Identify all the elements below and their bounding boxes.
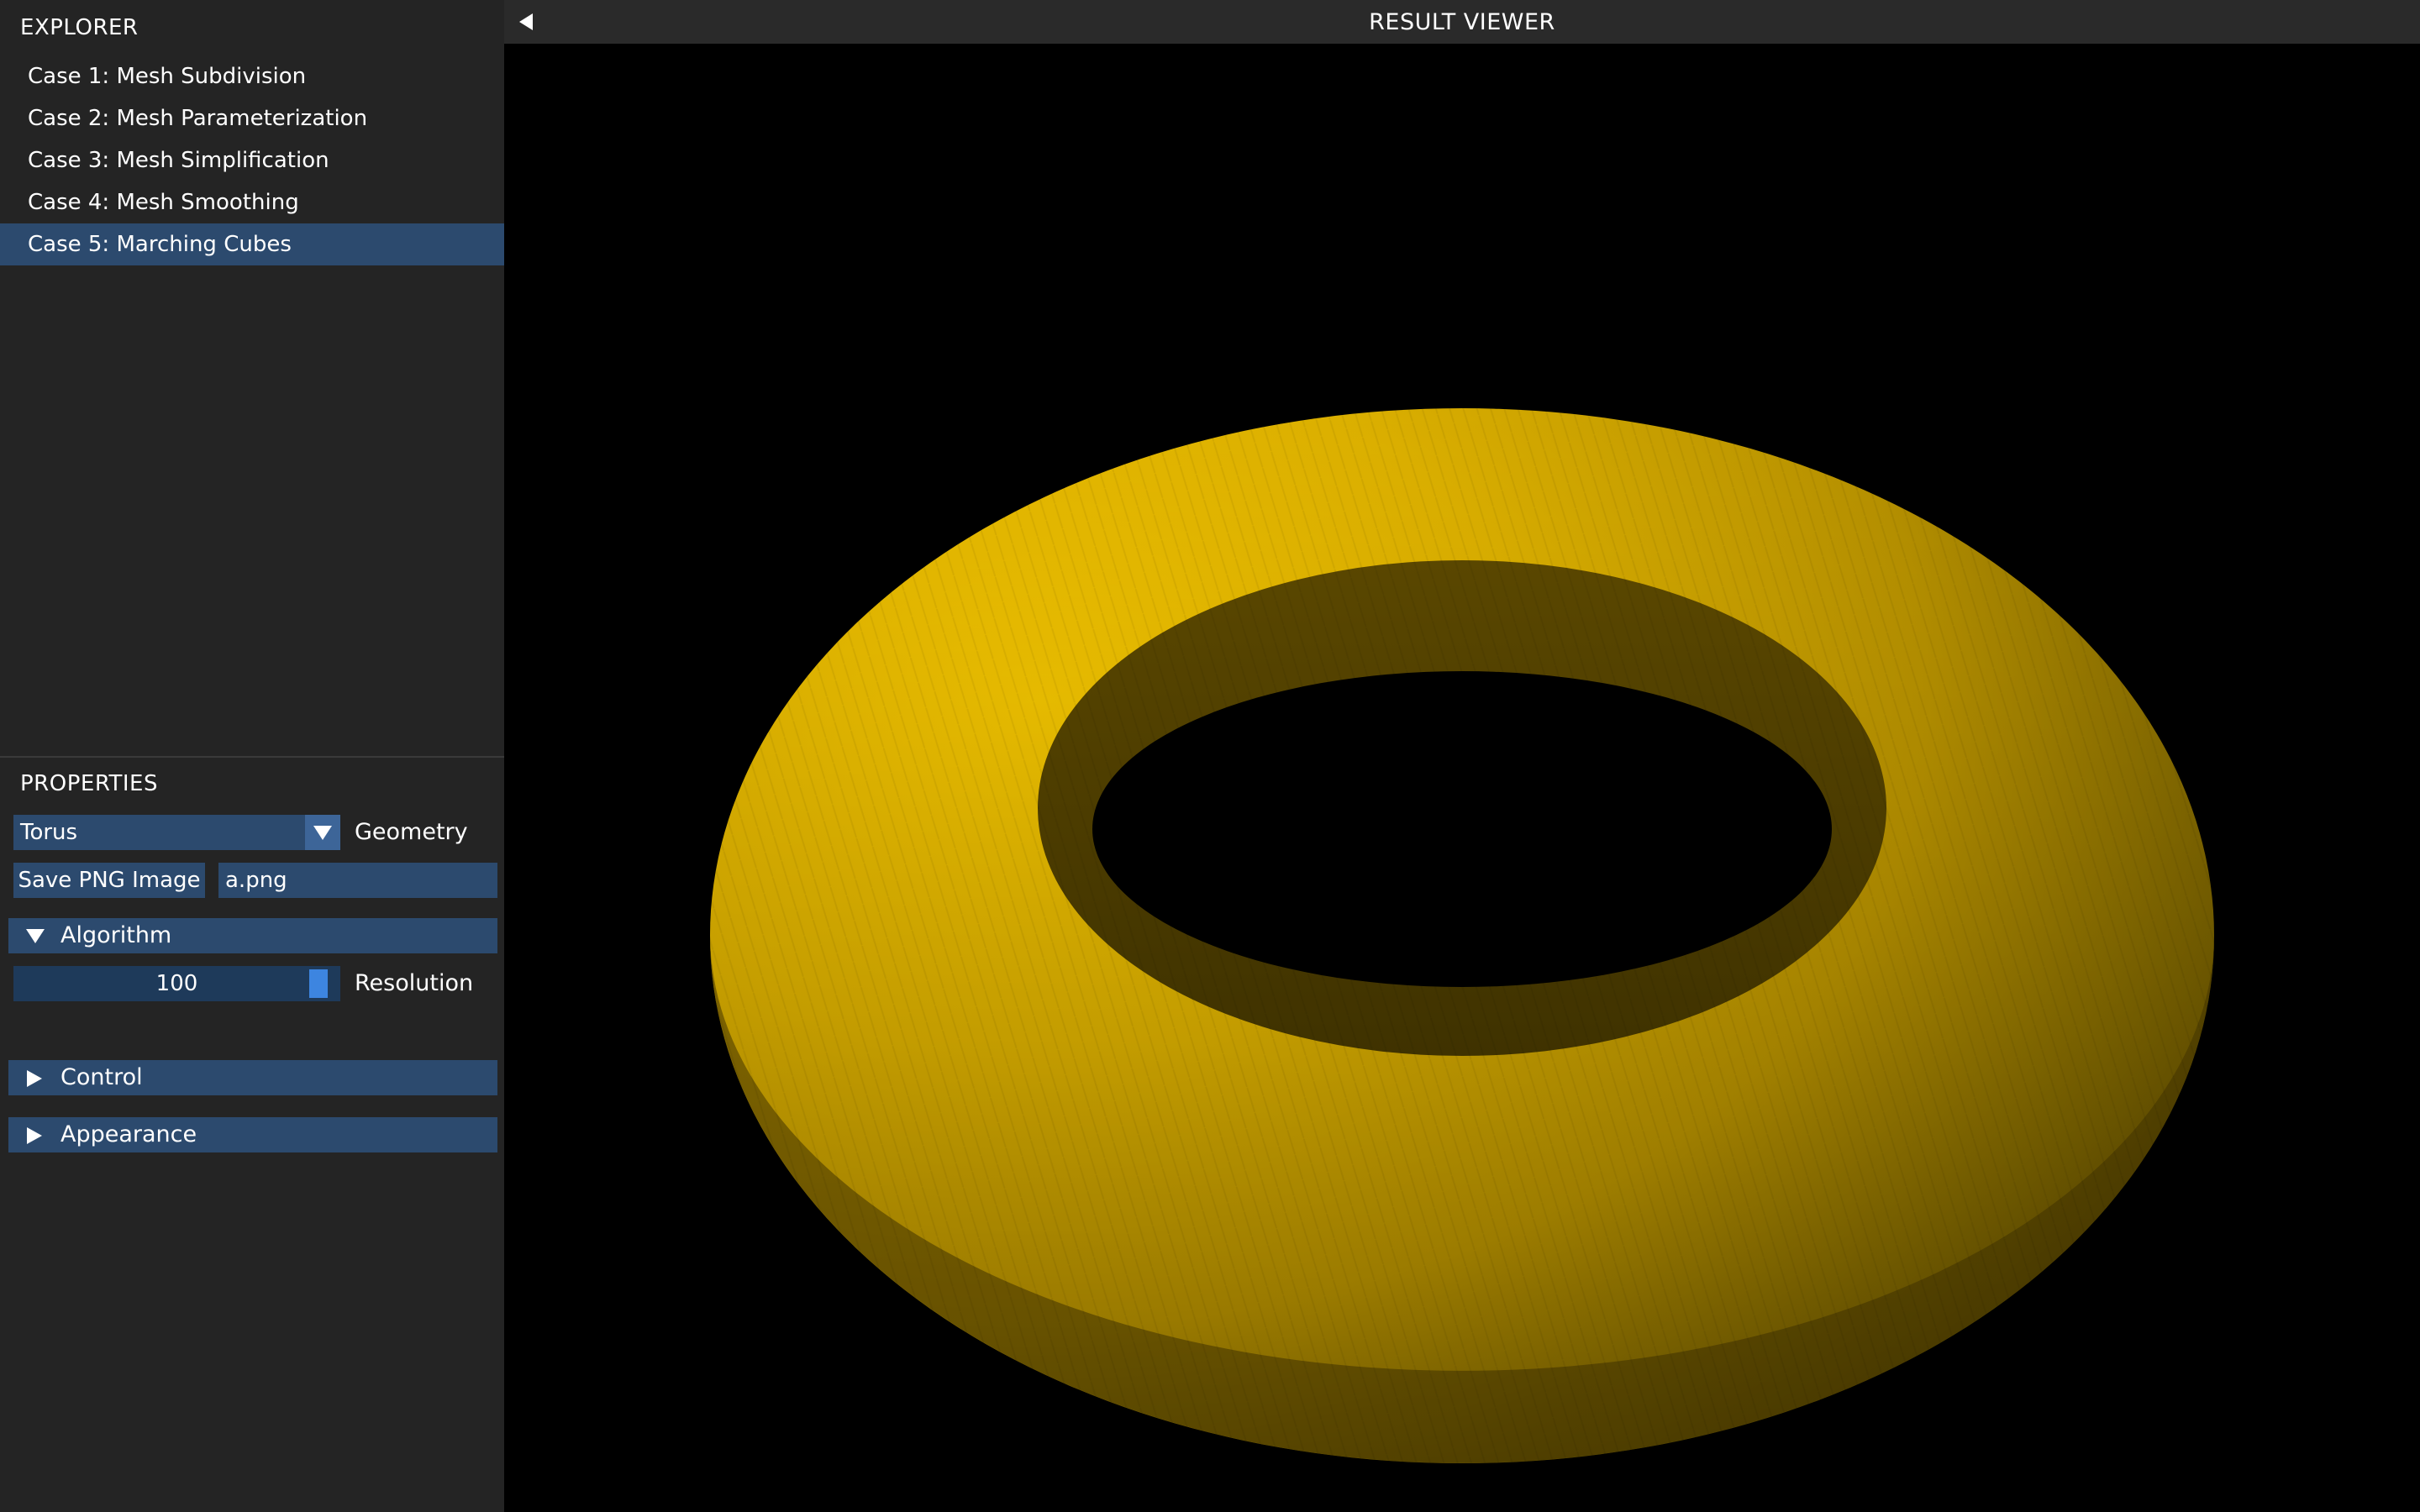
resolution-value: 100 — [155, 971, 198, 996]
viewer-title: RESULT VIEWER — [1369, 9, 1555, 35]
save-png-button[interactable]: Save PNG Image — [13, 863, 205, 898]
viewer-titlebar: RESULT VIEWER — [504, 0, 2420, 44]
filename-input[interactable] — [218, 863, 497, 898]
appearance-header[interactable]: Appearance — [8, 1117, 497, 1152]
result-viewer: RESULT VIEWER — [504, 0, 2420, 1512]
algorithm-header-label: Algorithm — [60, 922, 172, 948]
control-header[interactable]: Control — [8, 1060, 497, 1095]
triangle-right-icon — [25, 1126, 44, 1148]
sidebar: EXPLORER Case 1: Mesh Subdivision Case 2… — [0, 0, 504, 1512]
slider-handle[interactable] — [309, 969, 329, 998]
resolution-label: Resolution — [355, 970, 474, 996]
panel-divider[interactable] — [0, 756, 504, 758]
appearance-header-label: Appearance — [60, 1121, 197, 1147]
geometry-select-value: Torus — [20, 820, 78, 845]
geometry-label: Geometry — [355, 819, 468, 845]
triangle-right-icon — [25, 1069, 44, 1091]
app-window: EXPLORER Case 1: Mesh Subdivision Case 2… — [0, 0, 2420, 1512]
triangle-down-icon — [25, 927, 45, 948]
explorer-item-case-1[interactable]: Case 1: Mesh Subdivision — [0, 55, 504, 97]
explorer-item-case-3[interactable]: Case 3: Mesh Simplification — [0, 139, 504, 181]
explorer-item-case-4[interactable]: Case 4: Mesh Smoothing — [0, 181, 504, 223]
chevron-down-icon[interactable] — [305, 815, 340, 850]
torus-render — [710, 408, 2214, 1463]
explorer-list: Case 1: Mesh Subdivision Case 2: Mesh Pa… — [0, 55, 504, 265]
algorithm-header[interactable]: Algorithm — [8, 918, 497, 953]
explorer-title: EXPLORER — [20, 15, 139, 40]
properties-title: PROPERTIES — [20, 771, 158, 796]
explorer-item-case-2[interactable]: Case 2: Mesh Parameterization — [0, 97, 504, 139]
explorer-item-case-5[interactable]: Case 5: Marching Cubes — [0, 223, 504, 265]
resolution-slider[interactable]: 100 — [13, 966, 340, 1001]
3d-viewport[interactable] — [504, 44, 2420, 1512]
control-header-label: Control — [60, 1064, 143, 1090]
geometry-select[interactable]: Torus — [13, 815, 340, 850]
